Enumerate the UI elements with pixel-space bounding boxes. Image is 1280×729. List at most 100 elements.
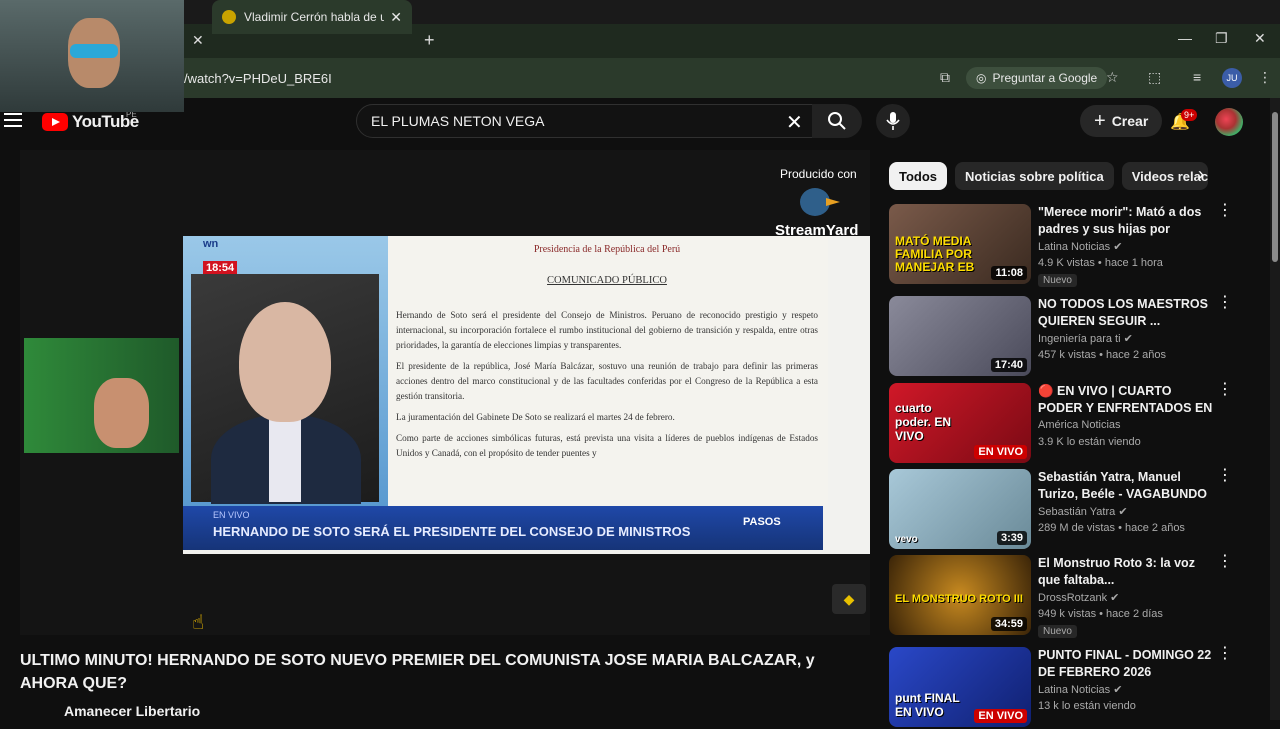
recommendation-channel: Latina Noticias ✔ [1038,683,1122,696]
verified-icon: ✔ [1113,684,1123,696]
recommendation-channel: América Noticias [1038,419,1121,431]
more-options-icon[interactable]: ⋮ [1217,554,1233,570]
minimize-icon[interactable]: — [1178,30,1192,46]
more-options-icon[interactable]: ⋮ [1217,203,1233,219]
recommendation-channel: Sebastián Yatra ✔ [1038,505,1128,518]
chevron-right-icon[interactable]: › [1198,164,1204,185]
tv-clock: 18:54 [203,261,238,275]
chip-todos[interactable]: Todos [889,162,948,190]
video-thumbnail[interactable]: MATÓ MEDIA FAMILIA POR MANEJAR EB 11:08 [889,204,1031,284]
chip-relacionados[interactable]: Videos relacio [1121,162,1208,190]
recommendation-item[interactable]: punt FINAL EN VIVO EN VIVO PUNTO FINAL -… [889,646,1249,729]
host-sunglasses [70,44,118,58]
close-tab-icon[interactable]: ✕ [390,9,402,26]
close-tab-icon[interactable]: ✕ [192,32,204,49]
video-title: ULTIMO MINUTO! HERNANDO DE SOTO NUEVO PR… [20,652,815,692]
new-badge: Nuevo [1038,274,1077,287]
verified-icon: ✔ [1123,333,1133,345]
voice-search-button[interactable] [876,104,910,138]
channel-label: Ingeniería para ti [1038,333,1121,345]
recommendation-title[interactable]: "Merece morir": Mató a dos padres y sus … [1038,204,1214,238]
tv-channel-logo: wn [203,238,219,250]
recommendation-item[interactable]: MATÓ MEDIA FAMILIA POR MANEJAR EB 11:08 … [889,203,1249,287]
more-options-icon[interactable]: ⋮ [1217,382,1233,398]
tab-title: Vladimir Cerrón habla de un "In [244,10,385,24]
recommendation-item[interactable]: 17:40 NO TODOS LOS MAESTROS QUIEREN SEGU… [889,295,1249,378]
recommendation-item[interactable]: cuarto poder. EN VIVO EN VIVO 🔴 EN VIVO … [889,382,1249,465]
channel-name[interactable]: Amanecer Libertario [64,703,200,719]
produced-with-label: Producido con [780,167,857,181]
video-thumbnail[interactable]: EL MONSTRUO ROTO III 34:59 [889,555,1031,635]
channel-label: Latina Noticias [1038,684,1111,696]
profile-avatar[interactable]: JU [1222,68,1242,88]
browser-tab-active[interactable]: Vladimir Cerrón habla de un "In ✕ [212,0,412,34]
clear-search-icon[interactable]: ✕ [786,110,803,135]
doc-paragraph: La juramentación del Gabinete De Soto se… [396,412,675,422]
recommendation-title[interactable]: PUNTO FINAL - DOMINGO 22 DE FEBRERO 2026… [1038,647,1214,681]
recommendation-title[interactable]: El Monstruo Roto 3: la voz que faltaba..… [1038,555,1214,589]
duration-badge: 17:40 [990,358,1027,372]
search-input[interactable]: EL PLUMAS NETON VEGA [356,104,814,138]
channel-watermark-icon[interactable]: ◆ [832,584,866,614]
recommendation-item[interactable]: EL MONSTRUO ROTO III 34:59 El Monstruo R… [889,554,1249,638]
thumbnail-caption: EL MONSTRUO ROTO III [895,593,1023,605]
portrait-shirt [269,414,301,502]
create-button[interactable]: + Crear [1080,105,1163,137]
more-options-icon[interactable]: ⋮ [1217,468,1233,484]
recommendation-meta: 949 k vistas • hace 2 días [1038,608,1163,620]
recommendation-item[interactable]: vevo 3:39 Sebastián Yatra, Manuel Turizo… [889,468,1249,551]
account-avatar[interactable] [1215,108,1243,136]
chyron-brand: PASOS [743,516,781,528]
cast-icon[interactable]: ⧉ [940,69,950,86]
scrollbar-thumb[interactable] [1272,112,1278,262]
recommendation-title[interactable]: Sebastián Yatra, Manuel Turizo, Beéle - … [1038,469,1214,503]
live-badge: EN VIVO [974,709,1027,723]
url-field[interactable]: /watch?v=PHDeU_BRE6I [184,71,332,86]
recommendation-title[interactable]: NO TODOS LOS MAESTROS QUIEREN SEGUIR ... [1038,296,1214,330]
shared-broadcast-screen: wn 18:54 Presidencia de la República del… [183,236,870,554]
video-thumbnail[interactable]: punt FINAL EN VIVO EN VIVO [889,647,1031,727]
menu-icon[interactable] [4,113,22,127]
webcam-overlay-guest [24,338,179,453]
thumbnail-caption: cuarto poder. EN VIVO [895,401,952,443]
recommendation-title[interactable]: 🔴 EN VIVO | CUARTO PODER Y ENFRENTADOS E… [1038,383,1214,417]
search-icon [828,112,846,130]
browser-menu-icon[interactable]: ⋮ [1258,69,1272,86]
ask-google-button[interactable]: ◎ Preguntar a Google [966,67,1108,89]
extensions-icon[interactable]: ⬚ [1148,69,1161,86]
doc-paragraph: El presidente de la república, José Marí… [396,361,818,401]
ask-google-label: Preguntar a Google [992,71,1098,85]
bookmark-star-icon[interactable]: ☆ [1106,69,1119,86]
new-tab-icon[interactable]: + [424,30,435,51]
restore-icon[interactable]: ❐ [1215,30,1228,47]
recommendation-meta: 4.9 K vistas • hace 1 hora [1038,257,1163,269]
video-thumbnail[interactable]: 17:40 [889,296,1031,376]
search-button[interactable] [812,104,862,138]
doc-header: Presidencia de la República del Perú [533,244,681,255]
more-options-icon[interactable]: ⋮ [1217,295,1233,311]
tv-side-panel: wn 18:54 [183,236,388,506]
verified-icon: ✔ [1118,506,1128,518]
channel-label: Latina Noticias [1038,241,1111,253]
media-control-icon[interactable]: ≡ [1193,69,1201,85]
streamyard-duck-logo [800,188,840,216]
video-thumbnail[interactable]: cuarto poder. EN VIVO EN VIVO [889,383,1031,463]
video-thumbnail[interactable]: vevo 3:39 [889,469,1031,549]
recommendation-channel: Ingeniería para ti ✔ [1038,332,1133,345]
chip-politica[interactable]: Noticias sobre política [955,162,1114,190]
channel-label: América Noticias [1038,419,1121,431]
more-options-icon[interactable]: ⋮ [1217,646,1233,662]
thumbnail-caption: vevo [895,534,918,545]
search-query: EL PLUMAS NETON VEGA [371,113,545,129]
close-window-icon[interactable]: ✕ [1254,30,1266,47]
webcam-overlay-host [0,0,184,112]
plus-icon: + [1094,109,1106,132]
notification-count-badge: 9+ [1181,109,1198,121]
portrait-head [239,302,331,422]
duration-badge: 11:08 [991,266,1027,280]
youtube-play-icon [42,113,68,131]
youtube-logo[interactable]: YouTube PE [42,110,139,132]
recommendation-meta: 13 k lo están viendo [1038,700,1136,712]
recommendation-channel: DrossRotzank ✔ [1038,591,1119,604]
tab-favicon-icon [222,10,236,24]
